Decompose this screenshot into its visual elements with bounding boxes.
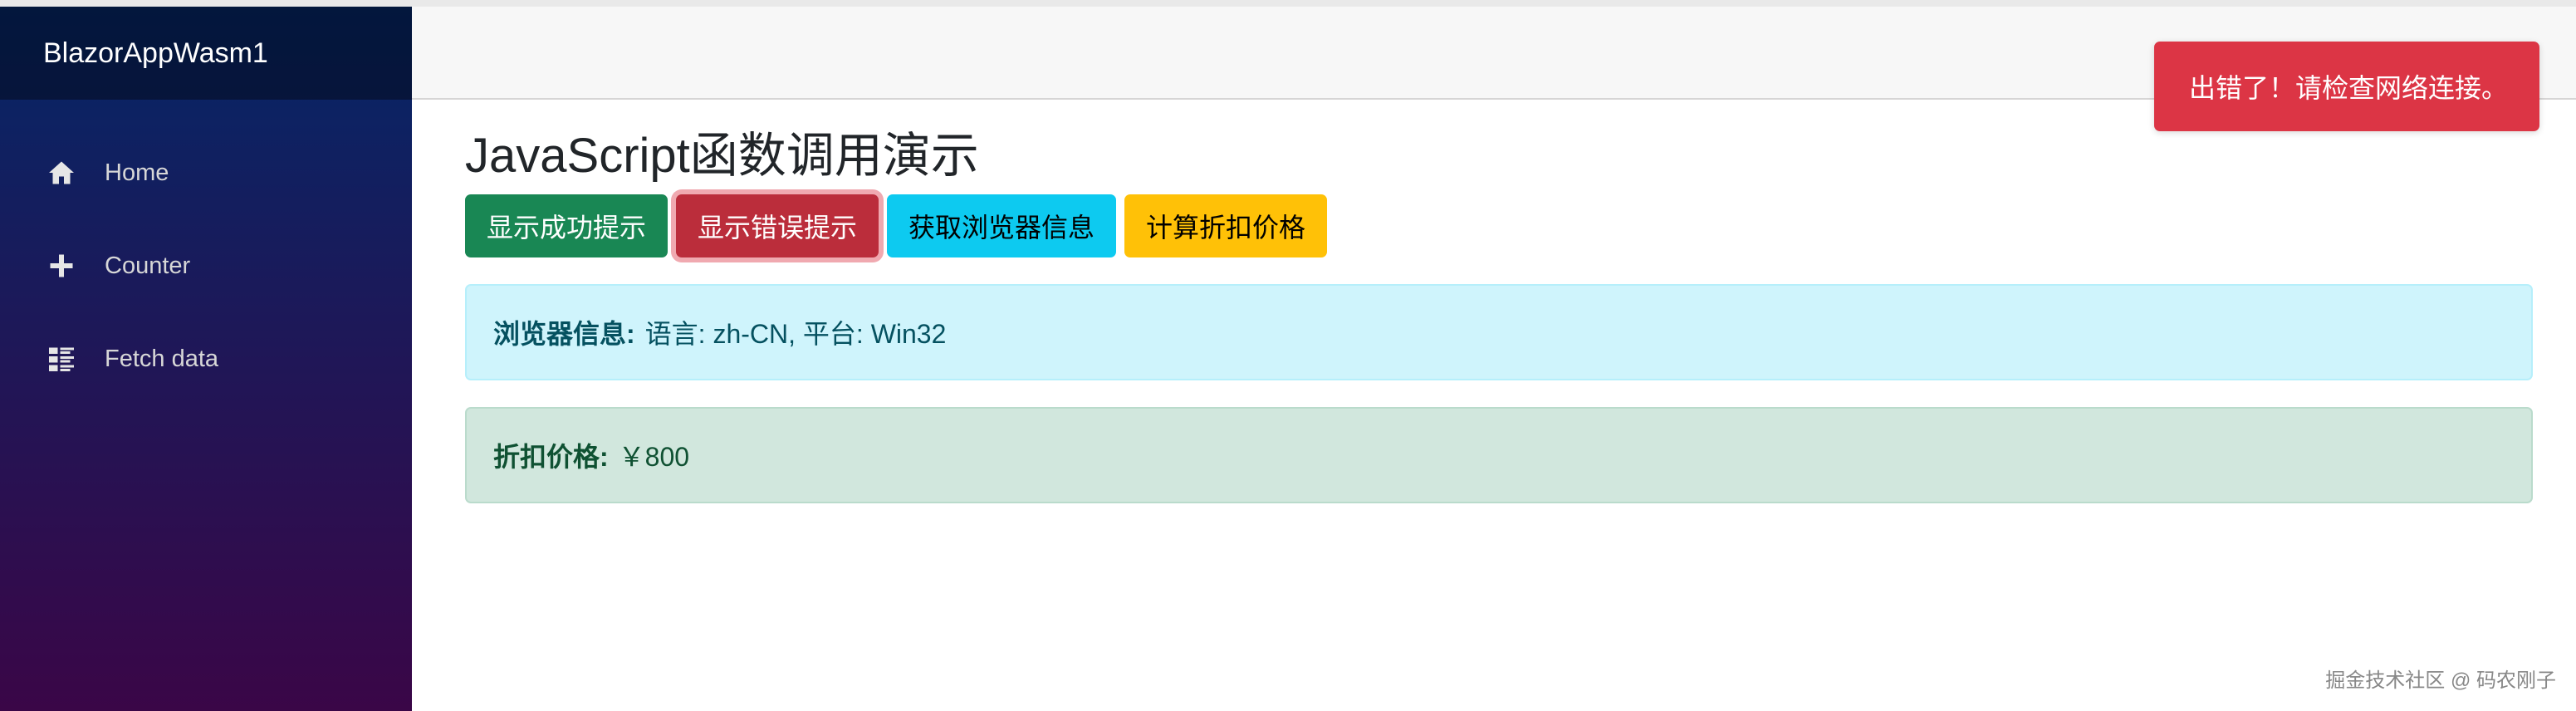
get-browser-info-button[interactable]: 获取浏览器信息 bbox=[887, 194, 1117, 257]
app-window: BlazorAppWasm1 Home Counter Fetch data J… bbox=[0, 0, 2576, 711]
nav-menu: Home Counter Fetch data bbox=[0, 100, 412, 405]
nav-item-label: Home bbox=[105, 159, 169, 186]
button-row: 显示成功提示 显示错误提示 获取浏览器信息 计算折扣价格 bbox=[465, 194, 2533, 257]
browser-info-value: 语言: zh-CN, 平台: Win32 bbox=[644, 319, 947, 349]
sidebar: BlazorAppWasm1 Home Counter Fetch data bbox=[0, 7, 412, 711]
brand-bar: BlazorAppWasm1 bbox=[0, 7, 412, 100]
nav-item-label: Counter bbox=[105, 252, 191, 279]
error-toast[interactable]: 出错了！请检查网络连接。 bbox=[2154, 42, 2539, 131]
show-error-button[interactable]: 显示错误提示 bbox=[676, 194, 879, 257]
discount-price-alert: 折扣价格: ￥800 bbox=[465, 407, 2533, 503]
home-icon bbox=[47, 158, 76, 188]
discount-price-value: ￥800 bbox=[618, 442, 690, 472]
nav-item-home[interactable]: Home bbox=[0, 126, 412, 219]
discount-price-label: 折扣价格: bbox=[493, 442, 609, 472]
watermark: 掘金技术社区 @ 码农刚子 bbox=[2325, 669, 2556, 692]
browser-info-alert: 浏览器信息: 语言: zh-CN, 平台: Win32 bbox=[465, 284, 2533, 380]
show-success-button[interactable]: 显示成功提示 bbox=[465, 194, 668, 257]
nav-item-label: Fetch data bbox=[105, 345, 219, 372]
page-title: JavaScript函数调用演示 bbox=[465, 129, 979, 183]
list-icon bbox=[47, 344, 76, 374]
page-content: JavaScript函数调用演示 显示成功提示 显示错误提示 获取浏览器信息 计… bbox=[412, 123, 2576, 503]
nav-item-counter[interactable]: Counter bbox=[0, 219, 412, 312]
calculate-discount-button[interactable]: 计算折扣价格 bbox=[1124, 194, 1328, 257]
toast-message: 出错了！请检查网络连接。 bbox=[2189, 73, 2509, 103]
nav-item-fetch-data[interactable]: Fetch data bbox=[0, 312, 412, 405]
browser-info-label: 浏览器信息: bbox=[493, 319, 635, 349]
app-brand[interactable]: BlazorAppWasm1 bbox=[43, 37, 268, 70]
plus-icon bbox=[47, 251, 76, 281]
